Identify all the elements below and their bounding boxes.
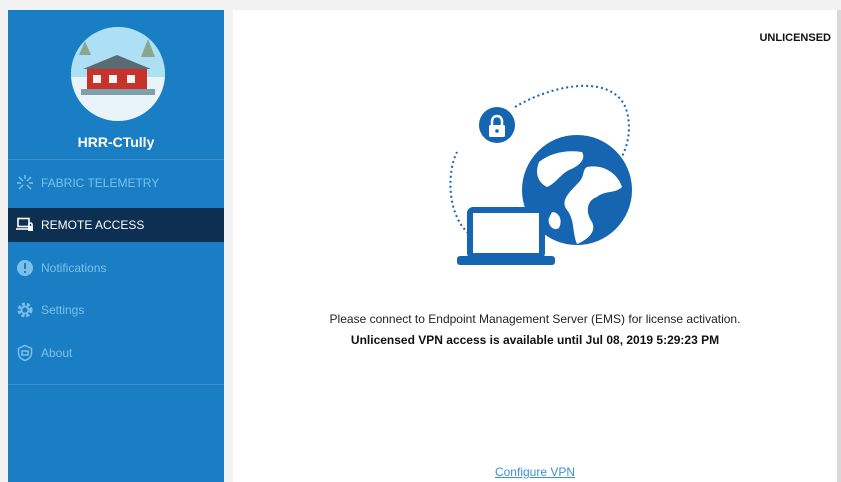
sidebar-item-label: About (41, 346, 73, 360)
lock-icon (479, 107, 515, 143)
avatar[interactable] (71, 27, 165, 121)
configure-vpn-link[interactable]: Configure VPN (233, 465, 837, 479)
sidebar-item-fabric-telemetry[interactable]: FABRIC TELEMETRY (8, 166, 224, 200)
remote-access-illustration (437, 72, 643, 272)
sidebar-item-label: Notifications (41, 261, 107, 275)
sidebar: HRR-CTully FABRIC TELEMETRY REMOTE ACCES… (8, 10, 224, 482)
vpn-availability-notice: Unlicensed VPN access is available until… (350, 333, 720, 347)
user-profile: HRR-CTully (8, 10, 224, 160)
sidebar-item-label: Settings (41, 303, 85, 317)
app-window: HRR-CTully FABRIC TELEMETRY REMOTE ACCES… (0, 0, 841, 482)
scrollbar-edge (837, 10, 841, 482)
exclamation-circle-icon (15, 258, 35, 278)
sidebar-item-label: FABRIC TELEMETRY (41, 176, 160, 190)
sidebar-divider (8, 384, 224, 385)
sidebar-item-about[interactable]: About (8, 336, 224, 370)
shield-icon (15, 343, 35, 363)
license-message: Please connect to Endpoint Management Se… (329, 312, 741, 326)
sidebar-item-notifications[interactable]: Notifications (8, 251, 224, 285)
fabric-telemetry-icon (15, 173, 35, 193)
sidebar-item-settings[interactable]: Settings (8, 293, 224, 327)
laptop-lock-icon (15, 215, 35, 235)
main-panel: UNLICENSED Please connect to Endpoint Ma… (233, 10, 837, 482)
username: HRR-CTully (77, 134, 155, 150)
license-status: UNLICENSED (759, 32, 831, 44)
sidebar-item-label: REMOTE ACCESS (41, 218, 145, 232)
sidebar-item-remote-access[interactable]: REMOTE ACCESS (8, 208, 224, 242)
gear-icon (15, 300, 35, 320)
laptop-icon (457, 207, 555, 265)
